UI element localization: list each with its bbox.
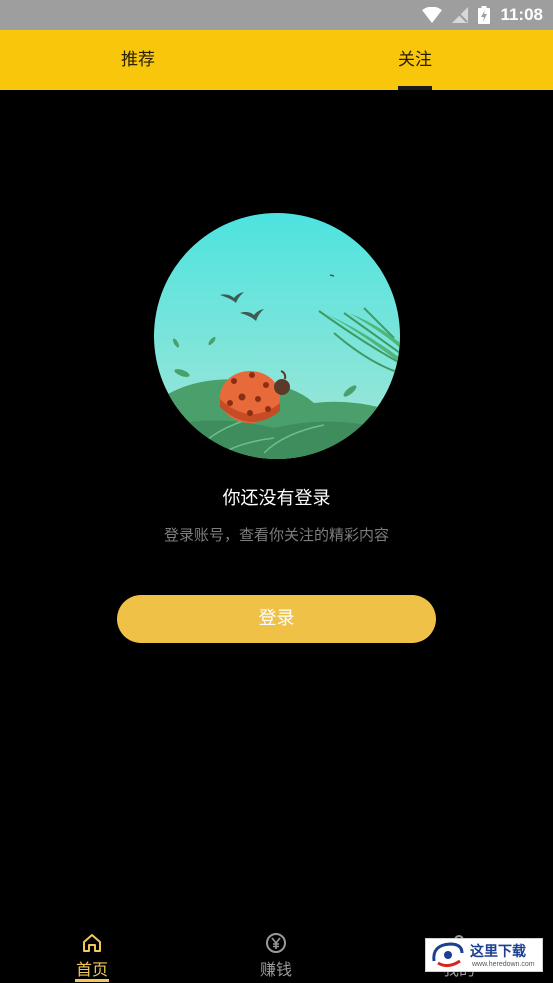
active-nav-indicator [75, 979, 109, 982]
empty-state-subtitle: 登录账号，查看你关注的精彩内容 [163, 526, 389, 544]
nav-label-home: 首页 [75, 960, 108, 979]
top-tab-bar: 推荐 关注 [0, 30, 553, 90]
watermark-swirl-icon [432, 942, 464, 968]
tab-recommend[interactable]: 推荐 [121, 30, 155, 90]
status-icons: 11:08 [422, 4, 543, 26]
tab-following[interactable]: 关注 [398, 30, 432, 90]
ladybug-illustration [154, 213, 400, 459]
login-button[interactable]: 登录 [117, 595, 436, 643]
yen-coin-icon [266, 933, 286, 953]
watermark-title: 这里下载 [470, 944, 526, 960]
battery-icon [478, 6, 491, 24]
empty-state-title: 你还没有登录 [222, 488, 331, 509]
status-time: 11:08 [500, 5, 543, 24]
nav-item-home[interactable]: 首页 [57, 932, 127, 980]
signal-icon [452, 7, 469, 23]
home-icon [83, 934, 101, 952]
status-bar: 11:08 [0, 0, 553, 30]
active-tab-indicator [398, 86, 432, 90]
watermark-url: www.heredown.com [472, 961, 535, 968]
watermark-logo: 这里下载 www.heredown.com [425, 938, 543, 972]
wifi-icon [422, 7, 443, 23]
nav-item-earn[interactable]: 赚钱 [241, 932, 311, 980]
nav-label-earn: 赚钱 [259, 960, 292, 979]
